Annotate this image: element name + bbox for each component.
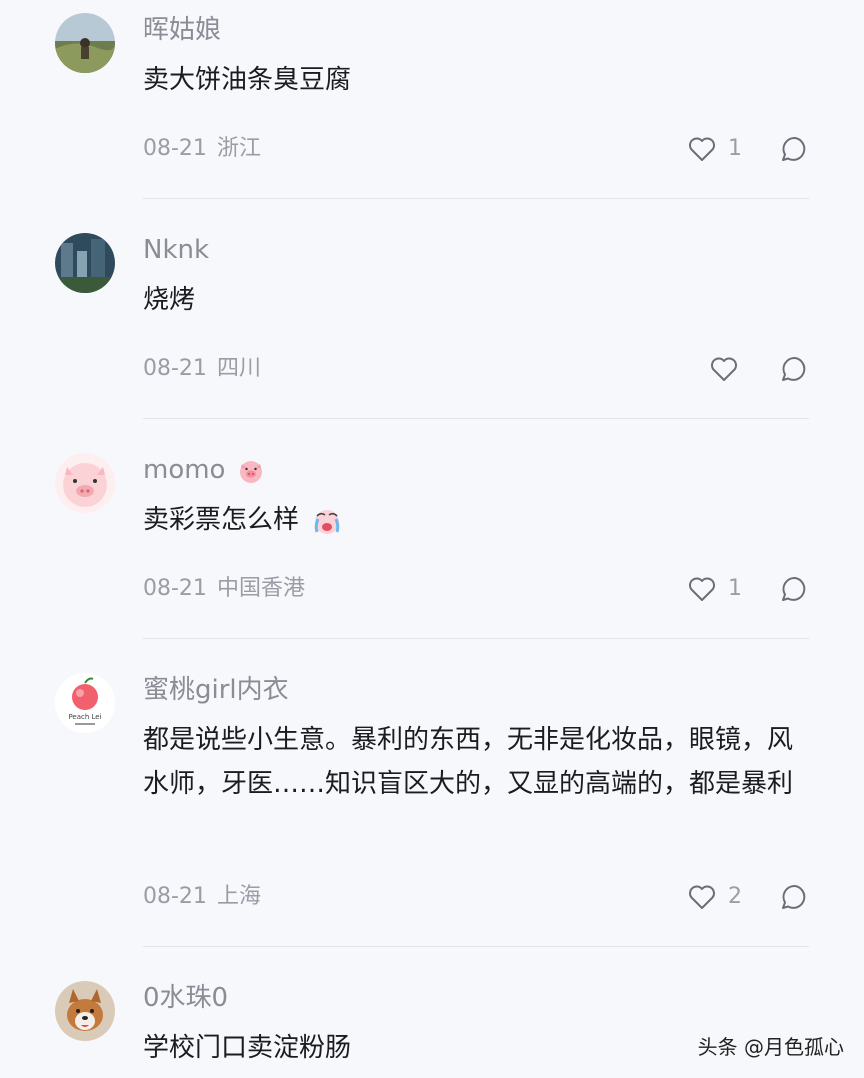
like-button[interactable]: 1 xyxy=(688,574,748,604)
divider xyxy=(143,418,809,419)
comment-meta: 08-21 四川 xyxy=(143,354,261,384)
comment-text-body: 卖彩票怎么样 xyxy=(143,505,300,535)
heart-outline-icon xyxy=(689,885,715,909)
comment-date: 08-21 xyxy=(143,356,207,381)
comment-region: 浙江 xyxy=(216,136,261,161)
username[interactable]: 蜜桃girl内衣 xyxy=(143,674,289,706)
comment-text: 烧烤 xyxy=(143,285,196,315)
like-count: 2 xyxy=(728,884,742,909)
crying-face-emoji xyxy=(314,509,340,534)
divider xyxy=(143,198,809,199)
heart-outline-icon xyxy=(689,577,715,601)
comment-region: 中国香港 xyxy=(216,576,305,601)
comment-meta: 08-21 上海 xyxy=(143,882,261,912)
comment-region: 四川 xyxy=(216,356,261,381)
speech-bubble-icon xyxy=(782,884,806,909)
reply-button[interactable] xyxy=(780,882,810,912)
watermark: 头条 @月色孤心 xyxy=(697,1035,844,1059)
comment-meta: 08-21 浙江 xyxy=(143,134,261,164)
reply-button[interactable] xyxy=(780,134,810,164)
divider xyxy=(143,638,809,639)
user-avatar[interactable] xyxy=(55,233,115,293)
speech-bubble-icon xyxy=(782,576,806,601)
divider xyxy=(143,946,809,947)
reply-button[interactable] xyxy=(780,574,810,604)
speech-bubble-icon xyxy=(782,136,806,161)
like-button[interactable]: 1 xyxy=(688,134,748,164)
user-avatar[interactable] xyxy=(55,13,115,73)
heart-outline-icon xyxy=(711,357,737,381)
like-count: 1 xyxy=(728,576,742,601)
comment-meta: 08-21 中国香港 xyxy=(143,574,305,604)
comment-text: 卖彩票怎么样 xyxy=(143,498,803,542)
like-count: 1 xyxy=(728,136,742,161)
comment-date: 08-21 xyxy=(143,576,207,601)
username[interactable]: 晖姑娘 xyxy=(143,14,221,46)
comment-date: 08-21 xyxy=(143,136,207,161)
comment-date: 08-21 xyxy=(143,884,207,909)
comment-text: 都是说些小生意。暴利的东西，无非是化妆品，眼镜，风水师，牙医……知识盲区大的，又… xyxy=(143,725,794,799)
like-button[interactable] xyxy=(710,354,770,384)
username[interactable]: momo xyxy=(143,454,264,486)
reply-button[interactable] xyxy=(780,354,810,384)
speech-bubble-icon xyxy=(782,356,806,381)
user-avatar[interactable] xyxy=(55,981,115,1041)
heart-outline-icon xyxy=(689,137,715,161)
username[interactable]: 0水珠0 xyxy=(143,982,228,1014)
username-text: momo xyxy=(143,455,226,485)
comment-region: 上海 xyxy=(216,884,261,909)
logo-text: Peach Lei xyxy=(68,713,101,721)
user-avatar[interactable]: Peach Lei xyxy=(55,673,115,733)
username[interactable]: Nknk xyxy=(143,234,209,266)
user-avatar[interactable] xyxy=(55,453,115,513)
like-button[interactable]: 2 xyxy=(688,882,748,912)
pig-face-emoji xyxy=(239,460,262,483)
comment-text: 卖大饼油条臭豆腐 xyxy=(143,65,352,95)
